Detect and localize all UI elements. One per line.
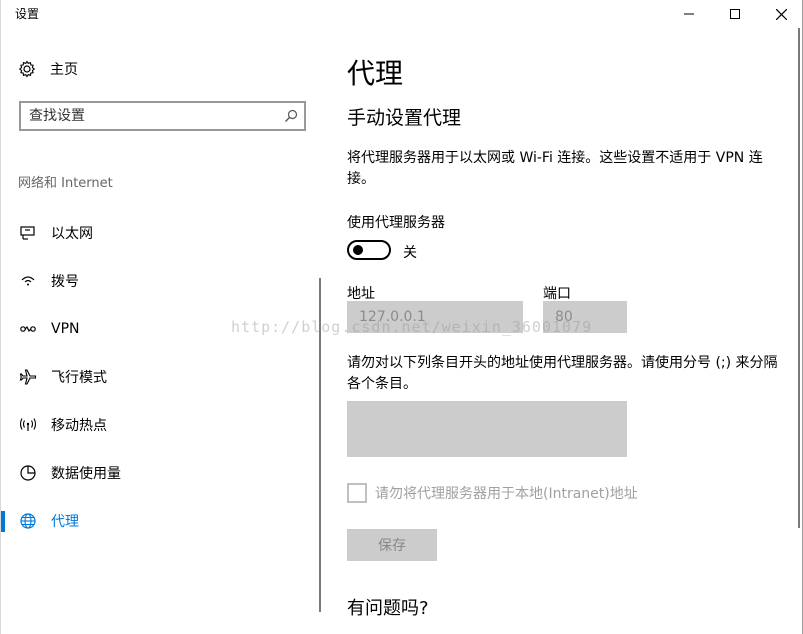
maximize-button[interactable] <box>712 0 758 28</box>
vpn-icon <box>19 320 37 338</box>
minimize-button[interactable] <box>666 0 712 28</box>
section-label: 网络和 Internet <box>18 176 113 191</box>
exceptions-textarea[interactable] <box>347 401 627 457</box>
toggle-knob <box>353 245 363 255</box>
hotspot-icon <box>19 416 37 434</box>
help-heading: 有问题吗? <box>347 598 429 619</box>
sidebar-item-hotspot[interactable]: 移动热点 <box>1 405 319 445</box>
exceptions-description: 请勿对以下列条目开头的地址使用代理服务器。请使用分号 (;) 来分隔各个条目。 <box>347 355 778 392</box>
sidebar-item-airplane[interactable]: 飞行模式 <box>1 357 319 397</box>
sidebar-item-label: 代理 <box>51 514 79 530</box>
title-bar: 设置 <box>1 0 802 28</box>
proxy-description: 将代理服务器用于以太网或 Wi-Fi 连接。这些设置不适用于 VPN 连接。 <box>347 150 763 187</box>
toggle-state-label: 关 <box>403 245 417 261</box>
sidebar-item-label: VPN <box>51 321 80 337</box>
maximize-icon <box>730 9 740 19</box>
ethernet-icon <box>19 224 37 242</box>
sidebar-item-ethernet[interactable]: 以太网 <box>1 213 319 253</box>
local-address-checkbox[interactable] <box>347 483 367 503</box>
data-usage-icon <box>19 464 37 482</box>
watermark-text: http://blog.csdn.net/weixin_36001079 <box>231 318 593 336</box>
sidebar-item-proxy[interactable]: 代理 <box>1 501 319 541</box>
local-address-checkbox-label: 请勿将代理服务器用于本地(Intranet)地址 <box>375 486 638 502</box>
main-scrollbar[interactable] <box>798 28 800 528</box>
gear-icon <box>18 60 36 78</box>
dialup-icon <box>19 272 37 290</box>
window-title: 设置 <box>15 7 40 21</box>
close-icon <box>775 8 787 20</box>
section-title: 手动设置代理 <box>347 107 462 129</box>
page-title: 代理 <box>347 57 404 90</box>
search-input[interactable] <box>29 106 269 126</box>
use-proxy-label: 使用代理服务器 <box>347 215 445 231</box>
sidebar-item-label: 飞行模式 <box>51 370 107 386</box>
airplane-icon <box>19 368 37 386</box>
close-button[interactable] <box>758 0 803 28</box>
globe-icon <box>19 512 37 530</box>
use-proxy-toggle[interactable] <box>347 240 391 260</box>
minimize-icon <box>684 13 694 15</box>
home-label: 主页 <box>50 62 78 78</box>
search-icon[interactable] <box>284 109 298 123</box>
port-label: 端口 <box>543 286 571 302</box>
address-label: 地址 <box>347 286 375 302</box>
sidebar-item-data-usage[interactable]: 数据使用量 <box>1 453 319 493</box>
search-box[interactable] <box>19 101 306 131</box>
save-button[interactable]: 保存 <box>347 529 437 561</box>
sidebar-item-label: 拨号 <box>51 274 79 290</box>
home-nav[interactable]: 主页 <box>18 56 78 82</box>
settings-window: 设置 主页 网络和 Internet 以太网 <box>0 0 803 634</box>
sidebar-item-label: 以太网 <box>51 226 93 242</box>
sidebar-item-label: 移动热点 <box>51 418 107 434</box>
sidebar-item-dialup[interactable]: 拨号 <box>1 261 319 301</box>
sidebar-item-label: 数据使用量 <box>51 466 121 482</box>
